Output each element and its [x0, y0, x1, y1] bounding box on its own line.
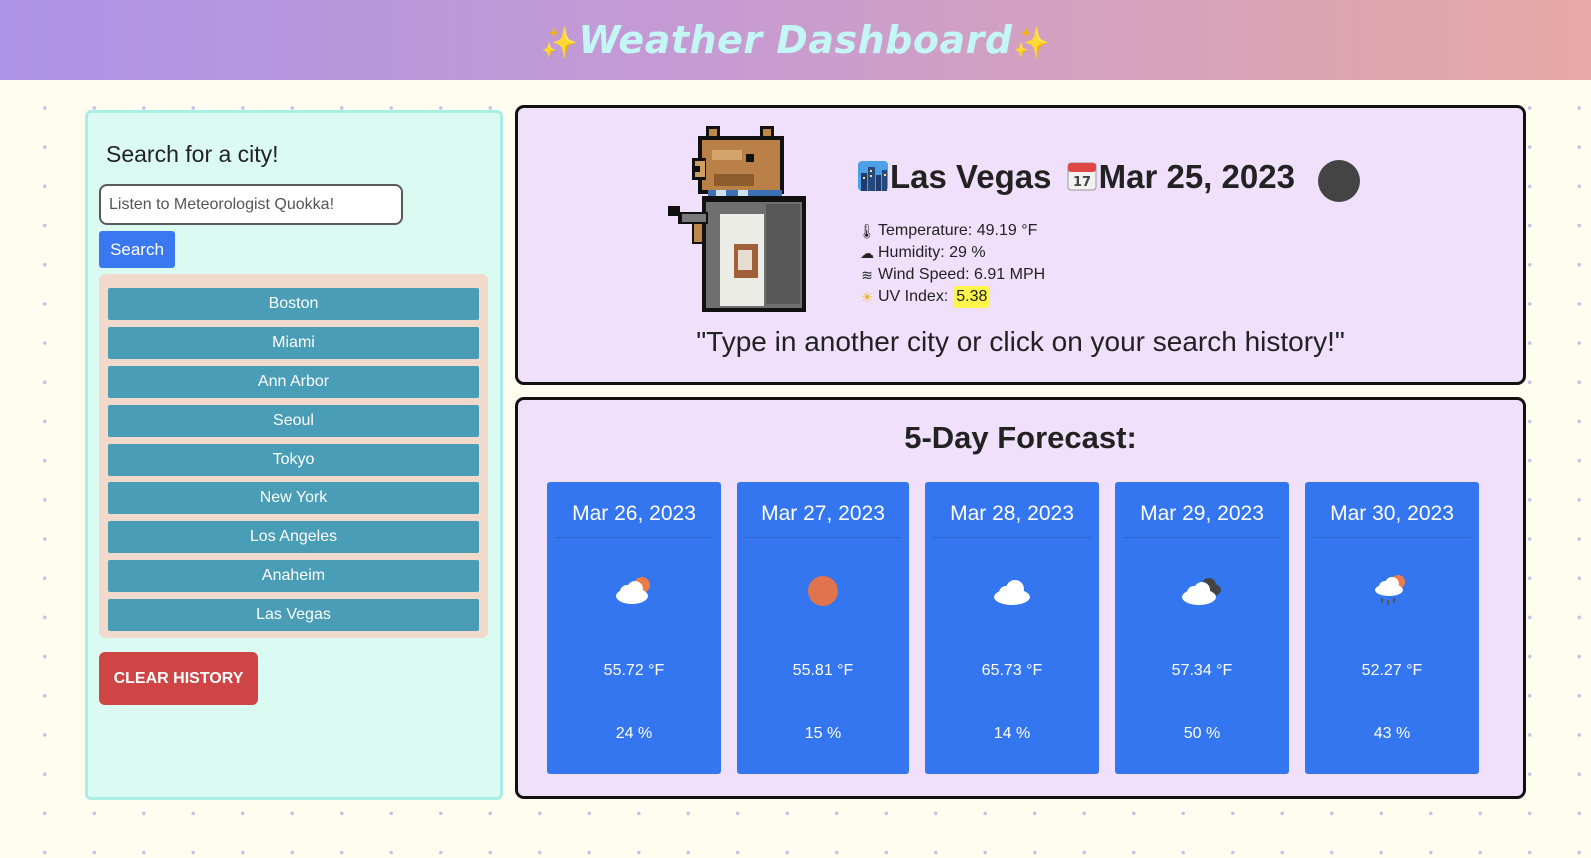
calendar-icon: 17: [1067, 162, 1097, 191]
current-city-heading: Las Vegas 17 Mar 25, 2023: [858, 158, 1295, 196]
temperature-row: 🌡 Temperature: 49.19 °F: [858, 220, 1045, 242]
forecast-date: Mar 26, 2023: [555, 490, 713, 538]
history-item-new-york[interactable]: New York: [108, 482, 479, 515]
weather-status-dot: [1318, 160, 1360, 202]
forecast-panel: 5-Day Forecast: Mar 26, 2023 55.72 °F 24…: [515, 397, 1526, 799]
wind-row: ≋ Wind Speed: 6.91 MPH: [858, 264, 1045, 286]
forecast-day-card: Mar 30, 2023 52.27 °F 43 %: [1305, 482, 1479, 774]
history-item-los-angeles[interactable]: Los Angeles: [108, 521, 479, 554]
header-bar: ✨Weather Dashboard✨: [0, 0, 1591, 80]
forecast-temp: 55.81 °F: [792, 662, 854, 679]
thermometer-icon: 🌡: [858, 223, 876, 239]
forecast-date: Mar 28, 2023: [933, 490, 1091, 538]
search-heading: Search for a city!: [106, 141, 279, 167]
forecast-date: Mar 30, 2023: [1313, 490, 1471, 538]
history-item-seoul[interactable]: Seoul: [108, 404, 479, 437]
forecast-humidity: 24 %: [615, 725, 653, 742]
broken-clouds-icon: [1182, 578, 1221, 605]
forecast-day-card: Mar 27, 2023 55.81 °F 15 %: [737, 482, 909, 774]
current-date: Mar 25, 2023: [1098, 158, 1295, 195]
sparkle-icon: ✨: [1012, 26, 1051, 61]
forecast-humidity: 50 %: [1183, 725, 1221, 742]
sun-icon: ☀: [860, 289, 874, 305]
history-item-las-vegas[interactable]: Las Vegas: [108, 599, 479, 632]
partly-cloudy-icon: [616, 577, 650, 604]
uv-index-badge: 5.38: [953, 286, 991, 308]
search-panel: Search for a city! Search Boston Miami A…: [85, 110, 503, 800]
sparkle-icon: ✨: [540, 26, 579, 61]
forecast-date: Mar 27, 2023: [745, 490, 901, 538]
wind-icon: ≋: [861, 267, 873, 283]
forecast-day-card: Mar 26, 2023 55.72 °F 24 %: [547, 482, 721, 774]
rain-sun-icon: [1375, 575, 1405, 605]
forecast-date: Mar 29, 2023: [1123, 490, 1281, 538]
instruction-quote: "Type in another city or click on your s…: [696, 326, 1345, 357]
uv-label: UV Index:: [878, 288, 949, 305]
forecast-title: 5-Day Forecast:: [904, 420, 1137, 455]
forecast-day-card: Mar 29, 2023 57.34 °F 50 %: [1115, 482, 1289, 774]
forecast-day-card: Mar 28, 2023 65.73 °F 14 %: [925, 482, 1099, 774]
fog-icon: ☁: [860, 245, 874, 261]
current-weather-panel: Las Vegas 17 Mar 25, 2023 🌡 Temperature:…: [515, 105, 1526, 385]
history-item-miami[interactable]: Miami: [108, 326, 479, 359]
forecast-humidity: 15 %: [804, 725, 842, 742]
cityscape-icon: [858, 161, 888, 191]
humidity-label: Humidity: 29 %: [878, 244, 986, 261]
wind-label: Wind Speed: 6.91 MPH: [878, 266, 1046, 283]
forecast-temp: 65.73 °F: [981, 662, 1043, 679]
sun-icon: [808, 576, 838, 606]
forecast-temp: 52.27 °F: [1361, 662, 1423, 679]
current-weather-details: 🌡 Temperature: 49.19 °F ☁ Humidity: 29 %…: [858, 220, 1045, 308]
forecast-temp: 57.34 °F: [1171, 662, 1233, 679]
temperature-label: Temperature: 49.19 °F: [878, 222, 1038, 239]
humidity-row: ☁ Humidity: 29 %: [858, 242, 1045, 264]
history-item-tokyo[interactable]: Tokyo: [108, 443, 479, 476]
current-city-name: Las Vegas: [890, 158, 1052, 195]
forecast-temp: 55.72 °F: [603, 662, 665, 679]
uv-row: ☀ UV Index: 5.38: [858, 286, 1045, 308]
page-title-text: Weather Dashboard: [578, 18, 1013, 62]
clear-history-button[interactable]: CLEAR HISTORY: [99, 652, 258, 705]
svg-text:17: 17: [1073, 175, 1091, 190]
page-title: ✨Weather Dashboard✨: [541, 18, 1051, 62]
forecast-humidity: 43 %: [1373, 725, 1411, 742]
cloud-icon: [994, 580, 1030, 605]
quokka-mascot-image: [668, 126, 806, 312]
search-button[interactable]: Search: [99, 231, 175, 268]
history-item-ann-arbor[interactable]: Ann Arbor: [108, 365, 479, 398]
history-item-anaheim[interactable]: Anaheim: [108, 560, 479, 593]
forecast-humidity: 14 %: [993, 725, 1031, 742]
search-history-list: Boston Miami Ann Arbor Seoul Tokyo New Y…: [99, 274, 488, 638]
search-input[interactable]: [99, 184, 403, 225]
history-item-boston[interactable]: Boston: [108, 288, 479, 320]
